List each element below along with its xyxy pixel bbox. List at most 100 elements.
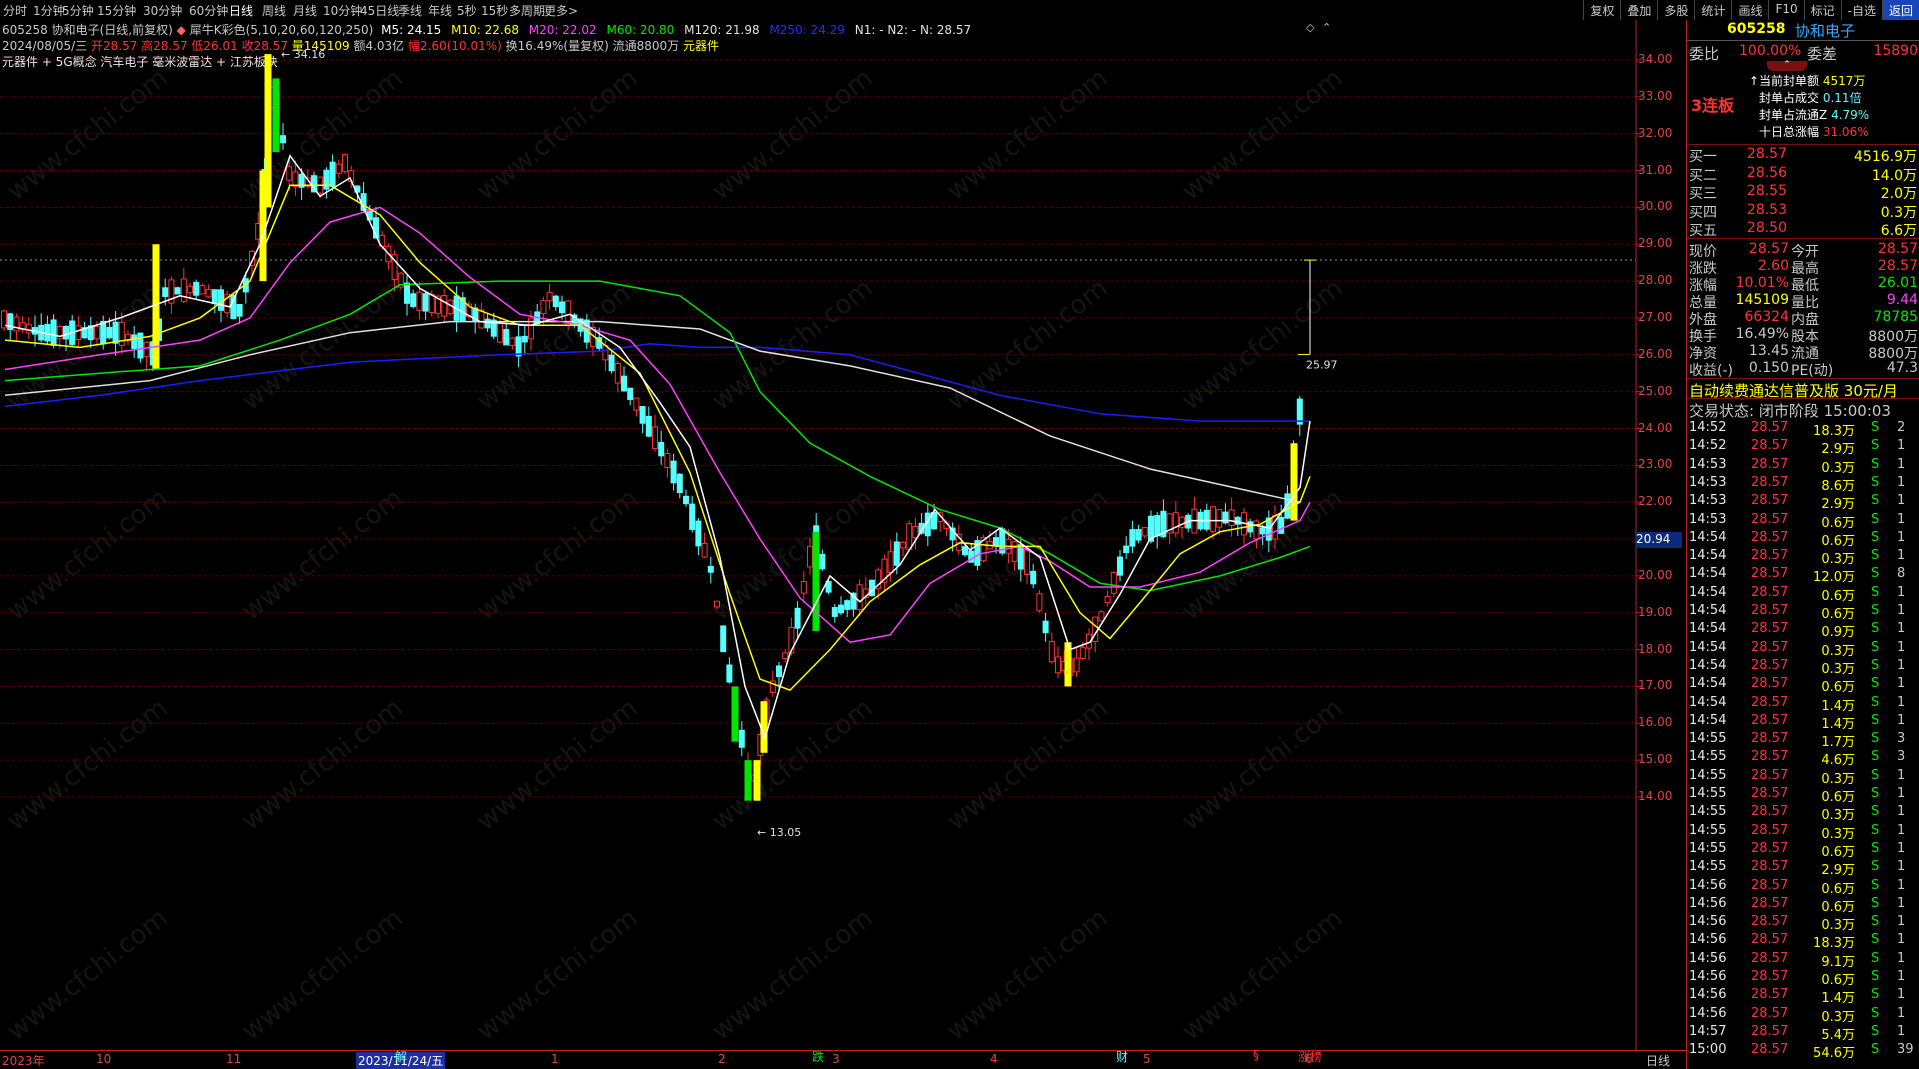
ten-day-rise: 十日总涨幅 31.06%: [1759, 123, 1869, 140]
quote-row: 换手 16.49% 股本 8800万: [1687, 326, 1918, 345]
weibi-row: 委比 100.00% 委差 15890: [1687, 40, 1919, 63]
seal-float-value: 4.79%: [1831, 108, 1870, 122]
candle-body: [794, 607, 801, 629]
tick-time: 14:56: [1689, 969, 1727, 984]
candle-body: [404, 282, 410, 304]
tick-row: 14:54 28.57 1.4万 S 1: [1689, 694, 1919, 714]
signal-candle: [760, 701, 768, 753]
candle-body: [726, 664, 733, 683]
candle-body: [75, 325, 82, 341]
scroll-up-icon[interactable]: ⌃: [1322, 21, 1331, 34]
tick-side: S: [1871, 1023, 1880, 1039]
tick-time: 14:54: [1689, 603, 1727, 618]
price-tick: 30.00: [1638, 199, 1673, 214]
date-label: 4: [990, 1052, 998, 1066]
toolbar-button[interactable]: F10: [1768, 0, 1803, 20]
tick-time: 14:52: [1689, 420, 1727, 435]
tick-side: S: [1871, 932, 1880, 948]
event-marker[interactable]: 解: [395, 1048, 407, 1065]
candle-body: [838, 604, 844, 614]
tick-volume: 2.9万: [1821, 497, 1855, 513]
price-tick: 18.00: [1638, 641, 1673, 656]
tick-time: 14:54: [1689, 566, 1727, 582]
tick-price: 28.57: [1751, 603, 1789, 618]
candle-body: [162, 287, 169, 297]
tick-price: 28.57: [1751, 1023, 1789, 1039]
quote-value: 28.57: [1877, 258, 1918, 274]
price-tick: 27.00: [1638, 309, 1673, 324]
event-marker[interactable]: 涨榜: [1298, 1048, 1322, 1065]
diamond-icon[interactable]: ◇: [1306, 21, 1315, 34]
price-tick: 29.00: [1638, 236, 1673, 251]
tick-side: S: [1871, 749, 1880, 765]
toolbar-button[interactable]: 标记: [1803, 0, 1841, 20]
candle-body: [633, 397, 640, 411]
tick-row: 14:56 28.57 1.4万 S 1: [1689, 987, 1919, 1006]
signal-candle: [152, 244, 160, 370]
candle-body: [503, 329, 510, 346]
tick-side: S: [1871, 639, 1880, 655]
tick-price: 28.57: [1751, 529, 1789, 545]
tick-count: 1: [1897, 676, 1906, 692]
quote-label: PE(动): [1791, 363, 1834, 379]
candle-body: [25, 323, 32, 334]
candle-body: [218, 289, 224, 311]
candle-body: [559, 301, 565, 314]
tick-row: 14:55 28.57 0.3万 S 1: [1689, 768, 1919, 787]
tick-row: 14:52 28.57 18.3万 S 2: [1689, 420, 1919, 439]
tick-price: 28.57: [1751, 969, 1789, 984]
quote-panel: 605258 协和电子 委比 100.00% 委差 15890 ⌃ 3连板 ↑当…: [1686, 20, 1919, 1069]
tick-side: S: [1871, 877, 1880, 893]
tick-time: 14:53: [1689, 456, 1727, 472]
toolbar-button[interactable]: -自选: [1840, 0, 1882, 20]
tick-price: 28.57: [1751, 694, 1789, 710]
event-marker[interactable]: 跌: [812, 1048, 824, 1065]
signal-candle: [731, 686, 739, 742]
collapse-toggle-icon[interactable]: ⌃: [1767, 61, 1807, 71]
tick-count: 1: [1897, 603, 1906, 618]
tick-row: 14:55 28.57 2.9万 S 1: [1689, 859, 1919, 878]
tick-count: 1: [1897, 969, 1906, 984]
candle-body: [50, 319, 57, 346]
tick-price: 28.57: [1751, 859, 1789, 875]
candle-body: [683, 495, 689, 505]
tick-row: 14:56 28.57 0.6万 S 1: [1689, 969, 1919, 988]
tick-price: 28.57: [1751, 1005, 1789, 1021]
candle-body: [1129, 529, 1136, 547]
candle-body: [807, 545, 813, 568]
candle-body: [143, 341, 150, 358]
ad-banner[interactable]: 自动续费通达信普及版 30元/月: [1687, 378, 1919, 400]
seal-amount-value: 4517万: [1822, 74, 1866, 88]
tick-row: 14:55 28.57 4.6万 S 3: [1689, 749, 1919, 768]
tick-row: 14:54 28.57 0.3万 S 1: [1689, 548, 1919, 567]
event-marker[interactable]: §: [1253, 1048, 1259, 1062]
toolbar-button[interactable]: 返回: [1881, 0, 1919, 20]
candle-body: [1141, 527, 1148, 537]
tick-row: 14:56 28.57 0.6万 S 1: [1689, 896, 1919, 915]
candle-body: [1210, 506, 1216, 532]
tick-volume: 1.4万: [1821, 716, 1855, 732]
tick-count: 39: [1897, 1042, 1914, 1058]
candle-body: [831, 606, 838, 617]
event-marker[interactable]: 财: [1116, 1048, 1128, 1065]
candle-body: [912, 525, 919, 539]
candle-body: [211, 289, 218, 305]
candle-body: [94, 326, 100, 340]
bid-row: 买四 28.53 0.3万: [1687, 202, 1917, 221]
tick-row: 14:55 28.57 0.6万 S 1: [1689, 786, 1919, 805]
bid-label: 买五: [1689, 223, 1717, 239]
tick-volume: 1.4万: [1821, 698, 1855, 714]
kline-chart[interactable]: ← 34.16 ← 13.05 25.97 ◇ ⌃: [0, 0, 1686, 1069]
tick-volume: 5.4万: [1821, 1027, 1855, 1043]
candle-body: [893, 541, 900, 566]
toolbar-button[interactable]: 统计: [1694, 0, 1731, 20]
tick-count: 1: [1897, 511, 1906, 527]
tick-side: S: [1871, 731, 1880, 747]
candle-body: [540, 300, 547, 315]
tick-side: S: [1871, 987, 1880, 1003]
candle-body: [410, 293, 417, 307]
candle-body: [652, 426, 658, 450]
toolbar-button[interactable]: 画线: [1731, 0, 1768, 20]
quote-row: 总量 145109 量比 9.44: [1687, 292, 1918, 311]
date-label: 2023年: [2, 1054, 45, 1068]
